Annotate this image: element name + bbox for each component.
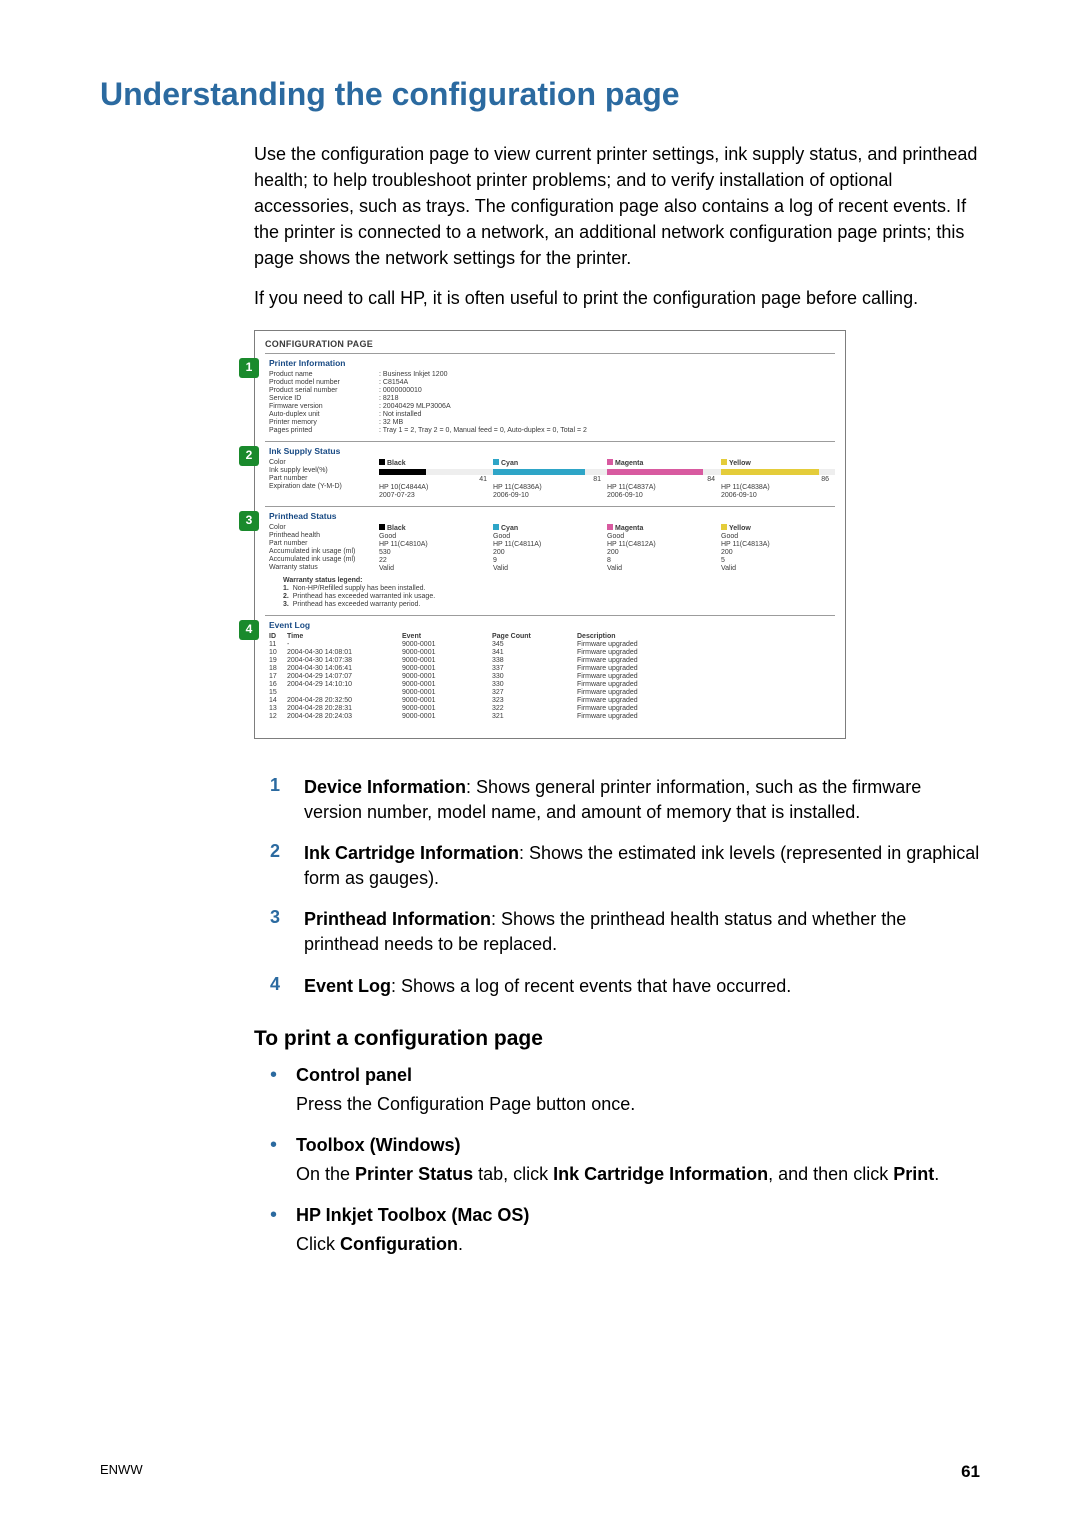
- bullet-body: On the Printer Status tab, click Ink Car…: [296, 1162, 980, 1187]
- bullet-body: Press the Configuration Page button once…: [296, 1092, 980, 1117]
- bullet-toolbox-windows: • Toolbox (Windows) On the Printer Statu…: [270, 1135, 980, 1187]
- callout-item: 1Device Information: Shows general print…: [270, 775, 980, 825]
- print-methods-list: • Control panel Press the Configuration …: [270, 1065, 980, 1258]
- mock-event-log-row: 192004-04-30 14:07:389000-0001338Firmwar…: [269, 657, 835, 665]
- mock-printer-info-row: Product model number: C8154A: [269, 379, 835, 387]
- callout-item: 2Ink Cartridge Information: Shows the es…: [270, 841, 980, 891]
- intro-paragraph-2: If you need to call HP, it is often usef…: [254, 285, 980, 311]
- footer-page-number: 61: [961, 1462, 980, 1482]
- mock-event-log-row: 11-9000-0001345Firmware upgraded: [269, 641, 835, 649]
- mock-event-log-row: 102004-04-30 14:08:019000-0001341Firmwar…: [269, 649, 835, 657]
- bullet-head: Toolbox (Windows): [296, 1135, 980, 1156]
- mock-printer-info-row: Pages printed: Tray 1 = 2, Tray 2 = 0, M…: [269, 427, 835, 435]
- mock-ink-columns: Black41HP 10(C4844A)2007-07-23Cyan81HP 1…: [379, 459, 835, 500]
- mock-title: CONFIGURATION PAGE: [265, 339, 835, 349]
- callout-text: Printhead Information: Shows the printhe…: [304, 907, 980, 957]
- mock-event-log-row: 142004-04-28 20:32:509000-0001323Firmwar…: [269, 697, 835, 705]
- mock-ink-column: Cyan81HP 11(C4836A)2006-09-10: [493, 459, 607, 500]
- mock-event-log-row: 132004-04-28 20:28:319000-0001322Firmwar…: [269, 705, 835, 713]
- callout-number: 3: [270, 907, 304, 957]
- mock-warranty-legend: 1. Non-HP/Refilled supply has been insta…: [269, 585, 835, 609]
- bullet-icon: •: [270, 1135, 296, 1187]
- callout-number: 4: [270, 974, 304, 999]
- bullet-head: Control panel: [296, 1065, 980, 1086]
- page-title: Understanding the configuration page: [100, 76, 980, 113]
- mock-printhead-column: BlackGoodHP 11(C4810A)53022Valid: [379, 524, 493, 573]
- mock-warranty-legend-title: Warranty status legend:: [283, 577, 835, 585]
- mock-printer-info-row: Firmware version: 20040429 MLP3006A: [269, 403, 835, 411]
- mock-printer-info-section: 1 Printer Information Product name: Busi…: [265, 353, 835, 441]
- mock-event-log-row: 162004-04-29 14:10:109000-0001330Firmwar…: [269, 681, 835, 689]
- callout-item: 4Event Log: Shows a log of recent events…: [270, 974, 980, 999]
- page-footer: ENWW 61: [100, 1462, 980, 1482]
- mock-ink-column: Black41HP 10(C4844A)2007-07-23: [379, 459, 493, 500]
- mock-warranty-legend-item: 1. Non-HP/Refilled supply has been insta…: [283, 585, 835, 593]
- bullet-head: HP Inkjet Toolbox (Mac OS): [296, 1205, 980, 1226]
- mock-event-log-row: 182004-04-30 14:06:419000-0001337Firmwar…: [269, 665, 835, 673]
- mock-warranty-legend-item: 2. Printhead has exceeded warranted ink …: [283, 593, 835, 601]
- configuration-page-mock: CONFIGURATION PAGE 1 Printer Information…: [254, 330, 846, 739]
- mock-badge-1: 1: [239, 358, 259, 378]
- mock-ink-supply-heading: Ink Supply Status: [269, 447, 835, 457]
- mock-badge-2: 2: [239, 446, 259, 466]
- mock-printer-info-rows: Product name: Business Inkjet 1200Produc…: [269, 371, 835, 435]
- mock-warranty-legend-item: 3. Printhead has exceeded warranty perio…: [283, 601, 835, 609]
- mock-event-log-rows: 11-9000-0001345Firmware upgraded102004-0…: [269, 641, 835, 721]
- mock-event-log-row: 122004-04-28 20:24:039000-0001321Firmwar…: [269, 713, 835, 721]
- intro-paragraph-1: Use the configuration page to view curre…: [254, 141, 980, 271]
- callout-number: 1: [270, 775, 304, 825]
- mock-printhead-columns: BlackGoodHP 11(C4810A)53022ValidCyanGood…: [379, 524, 835, 573]
- mock-printer-info-row: Auto-duplex unit: Not installed: [269, 411, 835, 419]
- footer-left: ENWW: [100, 1462, 143, 1482]
- bullet-body: Click Configuration.: [296, 1232, 980, 1257]
- mock-event-log-section: 4 Event Log IDTimeEventPage CountDescrip…: [265, 615, 835, 727]
- mock-printhead-section: 3 Printhead Status ColorPrinthead health…: [265, 506, 835, 615]
- bullet-toolbox-mac: • HP Inkjet Toolbox (Mac OS) Click Confi…: [270, 1205, 980, 1257]
- mock-badge-3: 3: [239, 511, 259, 531]
- mock-ink-labels: ColorInk supply level(%)Part numberExpir…: [269, 459, 379, 500]
- callout-text: Device Information: Shows general printe…: [304, 775, 980, 825]
- mock-printhead-heading: Printhead Status: [269, 512, 835, 522]
- mock-printhead-column: YellowGoodHP 11(C4813A)2005Valid: [721, 524, 835, 573]
- mock-ink-column: Magenta84HP 11(C4837A)2006-09-10: [607, 459, 721, 500]
- mock-printhead-column: MagentaGoodHP 11(C4812A)2008Valid: [607, 524, 721, 573]
- mock-event-log-heading: Event Log: [269, 621, 835, 631]
- callout-text: Ink Cartridge Information: Shows the est…: [304, 841, 980, 891]
- mock-printer-info-row: Product name: Business Inkjet 1200: [269, 371, 835, 379]
- mock-printer-info-row: Product serial number: 0000000010: [269, 387, 835, 395]
- mock-ink-supply-section: 2 Ink Supply Status ColorInk supply leve…: [265, 441, 835, 506]
- callout-item: 3Printhead Information: Shows the printh…: [270, 907, 980, 957]
- callout-number: 2: [270, 841, 304, 891]
- bullet-control-panel: • Control panel Press the Configuration …: [270, 1065, 980, 1117]
- bullet-icon: •: [270, 1065, 296, 1117]
- mock-badge-4: 4: [239, 620, 259, 640]
- mock-event-log-row: 159000-0001327Firmware upgraded: [269, 689, 835, 697]
- mock-printhead-column: CyanGoodHP 11(C4811A)2009Valid: [493, 524, 607, 573]
- mock-printer-info-row: Printer memory: 32 MB: [269, 419, 835, 427]
- callout-text: Event Log: Shows a log of recent events …: [304, 974, 980, 999]
- mock-printer-info-row: Service ID: 8218: [269, 395, 835, 403]
- callout-legend: 1Device Information: Shows general print…: [270, 775, 980, 999]
- mock-event-log-header: IDTimeEventPage CountDescription: [269, 633, 835, 641]
- print-subheading: To print a configuration page: [254, 1027, 980, 1051]
- mock-printhead-labels: ColorPrinthead healthPart numberAccumula…: [269, 524, 379, 573]
- mock-printer-info-heading: Printer Information: [269, 359, 835, 369]
- intro-block: Use the configuration page to view curre…: [254, 141, 980, 312]
- mock-event-log-row: 172004-04-29 14:07:079000-0001330Firmwar…: [269, 673, 835, 681]
- mock-ink-column: Yellow86HP 11(C4838A)2006-09-10: [721, 459, 835, 500]
- bullet-icon: •: [270, 1205, 296, 1257]
